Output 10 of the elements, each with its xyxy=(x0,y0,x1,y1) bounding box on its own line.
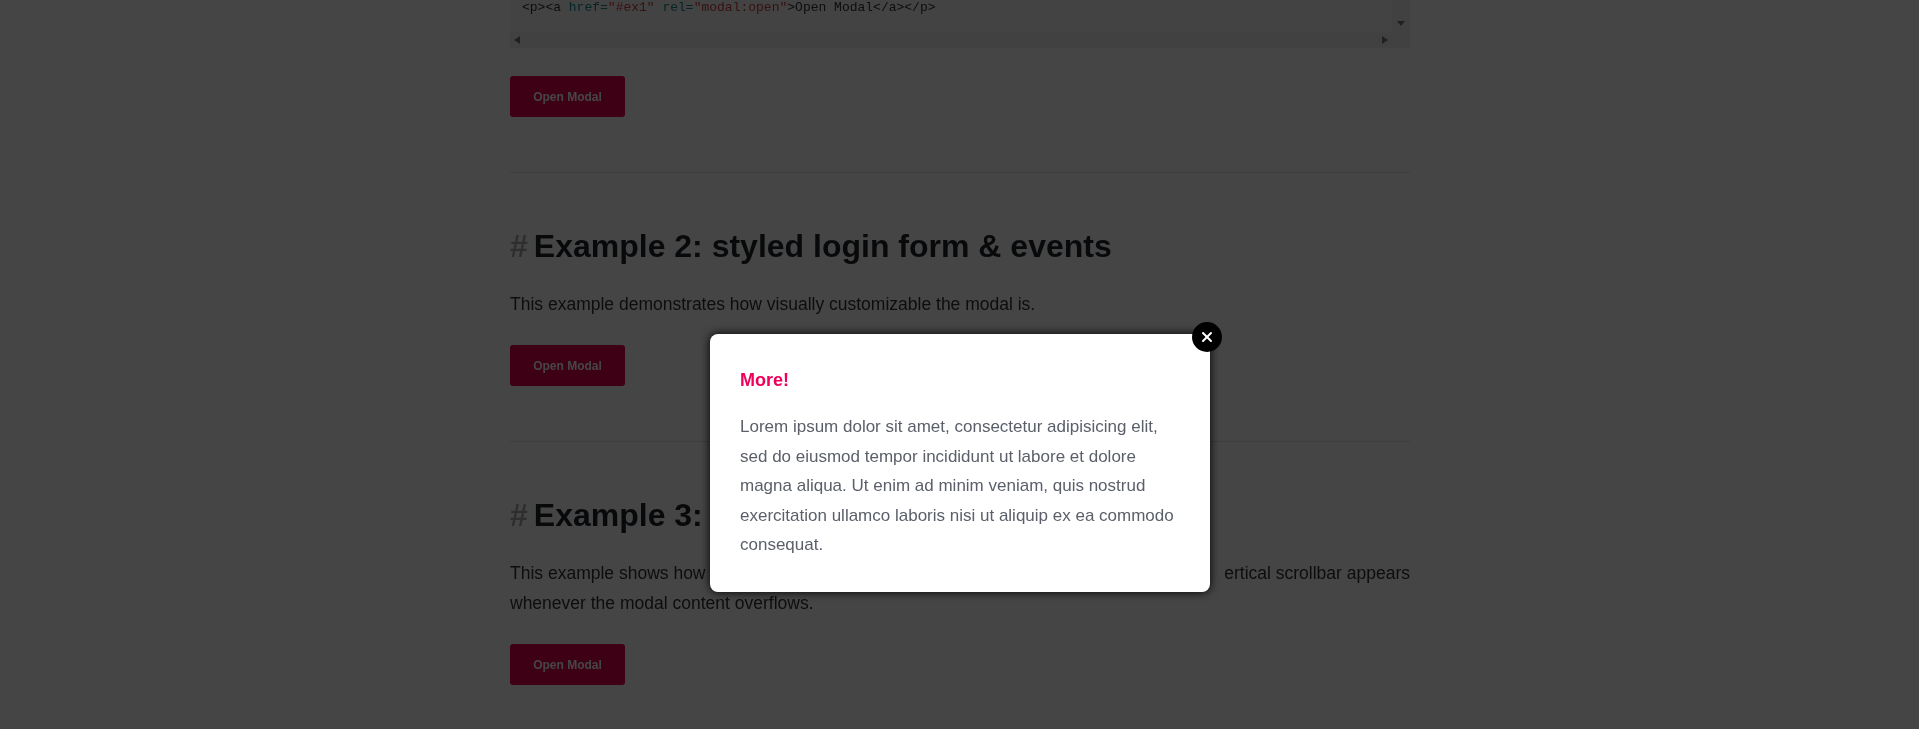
paragraph-text: whenever the modal content overflows. xyxy=(510,592,814,615)
modal-overlay[interactable] xyxy=(0,0,1919,729)
modal-text: Lorem ipsum dolor sit amet, consectetur adipisicing elit, sed do eiusmod tempor incididunt ut labore et dolore magna aliqua. Ut enim ad minim veniam, quis nostrud exercitation ullamco laboris nisi ut aliquip ex ea commodo consequat. xyxy=(740,416,1175,556)
close-icon xyxy=(1199,329,1215,345)
heading-text: Example 3: xyxy=(533,496,703,535)
paragraph-text: ertical scrollbar appears xyxy=(1224,562,1410,585)
paragraph-text: This example demonstrates how visually customizable the modal is. xyxy=(510,293,1036,316)
modal-title: More! xyxy=(740,370,790,391)
heading-text: Example 2: styled login form & events xyxy=(533,227,1112,266)
paragraph-text: This example shows how xyxy=(510,562,706,585)
